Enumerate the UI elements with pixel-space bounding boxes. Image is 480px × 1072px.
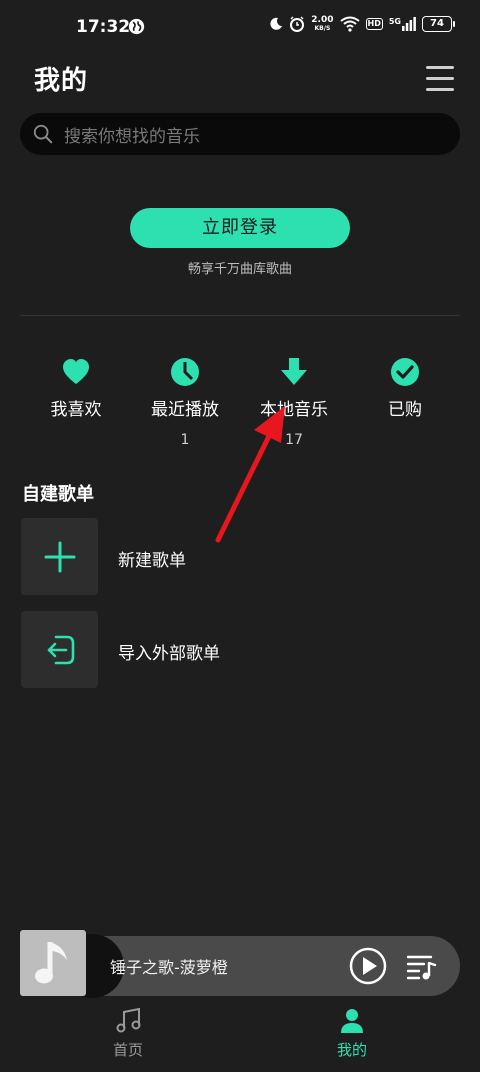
- quick-entry-label: 已购: [388, 400, 422, 420]
- clock-icon: [171, 358, 199, 386]
- music-note-icon: [116, 1008, 141, 1033]
- login-subtitle: 畅享千万曲库歌曲: [187, 262, 292, 277]
- status-icons: 2.00 KB/S HD 5G 74: [269, 15, 455, 33]
- search-placeholder: 搜索你想找的音乐: [64, 126, 200, 147]
- wifi-icon: [339, 16, 360, 32]
- quick-entry-recent[interactable]: 最近播放 1: [130, 357, 240, 448]
- music-note-icon: [35, 942, 67, 984]
- tab-label: 首页: [112, 1041, 143, 1059]
- album-cover[interactable]: [20, 930, 86, 996]
- signal-bars-icon: [402, 17, 416, 31]
- alarm-icon: [290, 16, 305, 32]
- battery-indicator: 74: [422, 16, 455, 32]
- page-title: 我的: [34, 66, 89, 96]
- tab-label: 我的: [336, 1041, 367, 1059]
- create-playlist-tile[interactable]: [21, 518, 98, 595]
- create-playlist-label[interactable]: 新建歌单: [118, 546, 186, 571]
- section-title: 自建歌单: [22, 484, 94, 505]
- check-circle-icon: [391, 358, 419, 386]
- login-button[interactable]: 立即登录: [130, 208, 350, 248]
- now-playing-title[interactable]: 锤子之歌-菠萝橙: [110, 954, 228, 978]
- network-type: 5G: [388, 17, 401, 26]
- hd-badge: HD: [365, 18, 383, 30]
- heart-icon: [63, 359, 89, 384]
- quick-entry-purchased[interactable]: 已购: [350, 357, 460, 432]
- quick-entry-favorites[interactable]: 我喜欢: [21, 357, 131, 432]
- speed-value: 2.00: [311, 15, 334, 25]
- quick-entry-label: 我喜欢: [50, 400, 102, 420]
- search-input[interactable]: 搜索你想找的音乐: [20, 113, 460, 155]
- tab-mine[interactable]: 我的: [312, 1008, 392, 1060]
- quick-entry-label: 最近播放: [151, 400, 219, 420]
- tab-home[interactable]: 首页: [88, 1008, 168, 1060]
- search-icon: [33, 124, 53, 144]
- download-icon: [281, 358, 307, 385]
- globe-icon: [128, 18, 145, 35]
- quick-entry-label: 本地音乐: [260, 400, 328, 420]
- divider: [20, 315, 460, 316]
- quick-entry-local-music[interactable]: 本地音乐 17: [239, 357, 349, 448]
- moon-icon: [270, 17, 283, 30]
- network-speed: 2.00 KB/S: [311, 15, 334, 33]
- play-button[interactable]: [349, 947, 387, 985]
- mini-player[interactable]: 锤子之歌-菠萝橙: [20, 930, 460, 998]
- person-icon: [341, 1009, 363, 1033]
- speed-unit: KB/S: [314, 25, 331, 32]
- import-icon: [47, 635, 74, 664]
- import-playlist-tile[interactable]: [21, 611, 98, 688]
- signal-indicator: 5G: [389, 17, 416, 31]
- status-bar: 17:32 2.00 KB/S HD 5G 74: [0, 0, 480, 56]
- status-time: 17:32: [76, 17, 131, 37]
- plus-icon: [44, 541, 75, 572]
- playlist-queue-icon[interactable]: [407, 954, 437, 980]
- hamburger-menu-icon[interactable]: [426, 66, 454, 92]
- quick-entry-count: 1: [180, 432, 190, 448]
- quick-entry-count: 17: [285, 432, 303, 448]
- import-playlist-label[interactable]: 导入外部歌单: [118, 639, 220, 664]
